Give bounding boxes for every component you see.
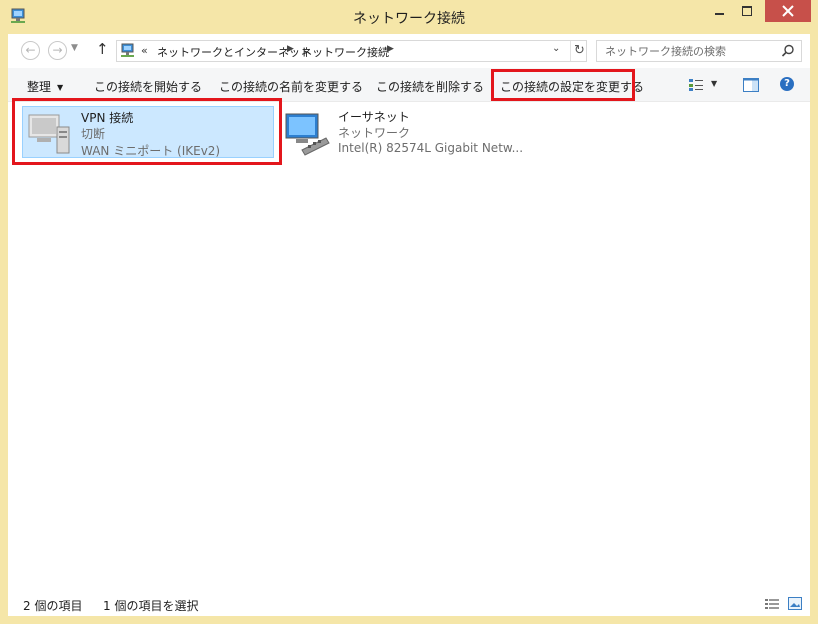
address-dropdown-button[interactable]: ⌄ [552,43,560,54]
status-bar: 2 個の項目 1 個の項目を選択 [8,592,810,616]
view-options-dropdown[interactable]: ▼ [711,79,717,88]
connection-name: イーサネット [338,110,410,124]
connection-status: 切断 [81,127,106,141]
breadcrumb-overflow[interactable]: « [141,44,148,57]
search-input[interactable] [597,41,785,61]
close-icon [782,5,794,17]
ethernet-adapter-icon [285,113,330,156]
delete-connection-button[interactable]: この接続を削除する [376,78,484,95]
connection-device: WAN ミニポート (IKEv2) [81,144,221,158]
chevron-right-icon[interactable]: ▶ [287,44,294,54]
refresh-button[interactable]: ↻ [570,41,588,61]
network-folder-icon [121,43,134,57]
connection-device: Intel(R) 82574L Gigabit Netw... [338,141,524,155]
rename-connection-button[interactable]: この接続の名前を変更する [219,78,363,95]
forward-button[interactable]: → [48,41,67,60]
command-bar: 整理 ▼ この接続を開始する この接続の名前を変更する この接続を削除する この接… [8,68,810,102]
maximize-button[interactable] [734,0,760,22]
arrow-up-icon: ↑ [96,40,109,58]
selection-count: 1 個の項目を選択 [103,599,199,613]
connection-name: VPN 接続 [81,111,134,125]
search-icon [781,44,794,57]
chevron-down-icon: ▼ [71,43,78,53]
large-icons-view-icon[interactable] [788,597,802,610]
search-box[interactable] [596,40,802,62]
navigation-bar: ← → ▼ ↑ « ネットワークとインターネット ▶ ネットワーク接続 ▶ ⌄ … [8,34,810,68]
recent-locations-button[interactable]: ▼ [71,43,78,53]
organize-button[interactable]: 整理 ▼ [27,78,63,95]
caret-down-icon: ▼ [57,83,64,92]
window-title: ネットワーク接続 [353,11,465,27]
breadcrumb-network-connections[interactable]: ネットワーク接続 [301,44,389,60]
title-bar[interactable]: ネットワーク接続 [0,0,818,34]
item-count: 2 個の項目 [23,599,83,613]
close-button[interactable] [765,0,811,22]
chevron-right-icon[interactable]: ▶ [387,44,394,54]
start-connection-button[interactable]: この接続を開始する [94,78,202,95]
help-icon[interactable]: ? [780,77,794,91]
change-view-icon[interactable] [688,78,704,92]
annotation-highlight [491,69,635,101]
preview-pane-icon[interactable] [743,78,759,92]
back-button[interactable]: ← [21,41,40,60]
arrow-left-icon: ← [25,43,36,57]
organize-label: 整理 [27,80,52,94]
client-area: ← → ▼ ↑ « ネットワークとインターネット ▶ ネットワーク接続 ▶ ⌄ … [8,34,810,616]
explorer-window: ネットワーク接続 ← → ▼ ↑ « ネットワークとインターネット ▶ ネットワ… [0,0,818,624]
connection-item-ethernet[interactable]: イーサネット ネットワーク Intel(R) 82574L Gigabit Ne… [280,106,540,158]
connection-item-vpn[interactable]: VPN 接続 切断 WAN ミニポート (IKEv2) [22,106,274,158]
connection-status: ネットワーク [338,126,411,140]
vpn-computer-icon [28,114,70,154]
address-bar[interactable]: « ネットワークとインターネット ▶ ネットワーク接続 ▶ ⌄ ↻ [116,40,587,62]
up-button[interactable]: ↑ [96,40,109,58]
minimize-button[interactable] [706,0,732,22]
refresh-icon: ↻ [574,43,585,58]
arrow-right-icon: → [52,43,63,57]
details-view-icon[interactable] [765,598,779,610]
chevron-down-icon: ⌄ [552,43,561,54]
